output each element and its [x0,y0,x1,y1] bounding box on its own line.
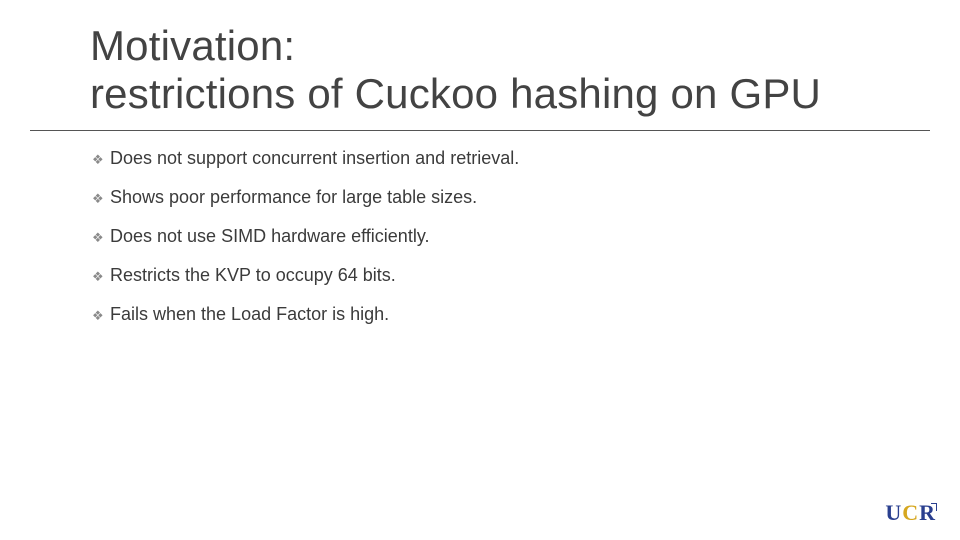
bullet-list: ❖ Does not support concurrent insertion … [92,148,880,343]
logo-letter-u: U [885,500,902,525]
bullet-text: Does not use SIMD hardware efficiently. [110,226,880,247]
diamond-bullet-icon: ❖ [92,308,110,324]
diamond-bullet-icon: ❖ [92,230,110,246]
title-line-2: restrictions of Cuckoo hashing on GPU [90,70,821,117]
diamond-bullet-icon: ❖ [92,269,110,285]
title-line-1: Motivation: [90,22,295,69]
slide: { "title": { "line1": "Motivation:", "li… [0,0,960,540]
title-underline [30,130,930,131]
bullet-text: Shows poor performance for large table s… [110,187,880,208]
bullet-text: Does not support concurrent insertion an… [110,148,880,169]
bullet-text: Restricts the KVP to occupy 64 bits. [110,265,880,286]
list-item: ❖ Does not use SIMD hardware efficiently… [92,226,880,247]
list-item: ❖ Restricts the KVP to occupy 64 bits. [92,265,880,286]
list-item: ❖ Does not support concurrent insertion … [92,148,880,169]
diamond-bullet-icon: ❖ [92,152,110,168]
list-item: ❖ Shows poor performance for large table… [92,187,880,208]
bullet-text: Fails when the Load Factor is high. [110,304,880,325]
logo-letter-r: R [919,500,936,525]
logo-letter-c: C [902,500,919,525]
list-item: ❖ Fails when the Load Factor is high. [92,304,880,325]
diamond-bullet-icon: ❖ [92,191,110,207]
slide-title: Motivation: restrictions of Cuckoo hashi… [90,22,900,119]
ucr-logo: UCR [885,500,936,526]
